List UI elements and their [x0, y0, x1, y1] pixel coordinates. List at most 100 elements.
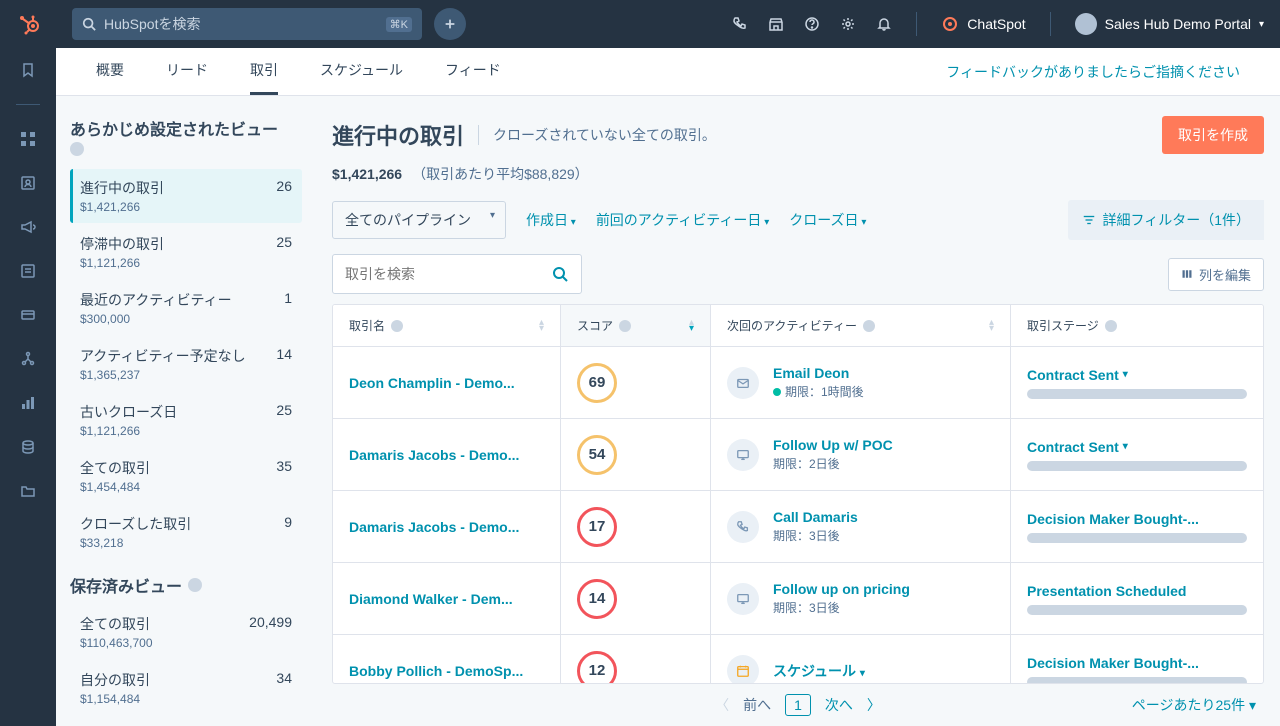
- view-item[interactable]: 進行中の取引$1,421,26626: [70, 169, 302, 223]
- database-icon[interactable]: [18, 437, 38, 457]
- contact-icon[interactable]: [18, 173, 38, 193]
- view-item[interactable]: 自分の取引$1,154,48434: [70, 661, 302, 715]
- stage-link[interactable]: Contract Sent ▾: [1027, 367, 1247, 383]
- filter-icon: [1082, 213, 1096, 227]
- bookmark-icon[interactable]: [18, 60, 38, 80]
- stage-link[interactable]: Contract Sent ▾: [1027, 439, 1247, 455]
- tab-0[interactable]: 概要: [96, 48, 124, 95]
- grid-icon[interactable]: [18, 129, 38, 149]
- folder-icon[interactable]: [18, 481, 38, 501]
- col-stage[interactable]: 取引ステージ: [1011, 305, 1263, 346]
- score-ring: 54: [577, 435, 617, 475]
- next-page[interactable]: 次へ: [825, 695, 853, 715]
- hubspot-logo-icon[interactable]: [16, 12, 40, 36]
- kbd-shortcut: ⌘K: [386, 17, 412, 32]
- info-icon: [863, 320, 875, 332]
- create-deal-button[interactable]: 取引を作成: [1162, 116, 1264, 154]
- filter-close-date[interactable]: クローズ日: [789, 210, 866, 230]
- due-text: 期限：3日後: [773, 599, 910, 616]
- deal-link[interactable]: Damaris Jacobs - Demo...: [349, 447, 519, 463]
- view-item[interactable]: アクティビティー予定なし$1,365,23714: [70, 337, 302, 391]
- deal-search[interactable]: [332, 254, 582, 294]
- current-page: 1: [785, 694, 811, 716]
- per-page-select[interactable]: ページあたり25件 ▾: [1132, 695, 1256, 715]
- deal-search-button[interactable]: [538, 266, 581, 282]
- article-icon[interactable]: [18, 261, 38, 281]
- workflow-icon[interactable]: [18, 349, 38, 369]
- filter-created[interactable]: 作成日: [526, 210, 576, 230]
- stage-link[interactable]: Presentation Scheduled: [1027, 583, 1247, 599]
- view-item[interactable]: 全ての取引$110,463,70020,499: [70, 605, 302, 659]
- activity-link[interactable]: Follow Up w/ POC: [773, 437, 893, 453]
- deal-link[interactable]: Deon Champlin - Demo...: [349, 375, 515, 391]
- next-page-icon[interactable]: 〉: [867, 695, 881, 715]
- megaphone-icon[interactable]: [18, 217, 38, 237]
- view-item[interactable]: 古いクローズ日$1,121,26625: [70, 393, 302, 447]
- activity-type-icon: [727, 655, 759, 684]
- deal-link[interactable]: Damaris Jacobs - Demo...: [349, 519, 519, 535]
- views-panel: あらかじめ設定されたビュー 進行中の取引$1,421,26626停滞中の取引$1…: [56, 96, 316, 726]
- edit-columns-button[interactable]: 列を編集: [1168, 258, 1264, 291]
- stage-link[interactable]: Decision Maker Bought-...: [1027, 655, 1247, 671]
- score-ring: 12: [577, 651, 617, 684]
- create-button[interactable]: [434, 8, 466, 40]
- prev-page-icon[interactable]: 〈: [715, 695, 729, 715]
- filter-last-activity[interactable]: 前回のアクティビティー日: [596, 210, 769, 230]
- tab-bar: 概要リード取引スケジュールフィード フィードバックがありましたらご指摘ください: [56, 48, 1280, 96]
- card-icon[interactable]: [18, 305, 38, 325]
- prev-page[interactable]: 前へ: [743, 695, 771, 715]
- tab-3[interactable]: スケジュール: [320, 48, 403, 95]
- chevron-down-icon: ▾: [1259, 19, 1264, 30]
- page-subtitle: クローズされていない全ての取引。: [493, 125, 716, 145]
- pagination: 〈 前へ 1 次へ 〉 ページあたり25件 ▾: [332, 684, 1264, 726]
- help-icon[interactable]: [804, 16, 820, 32]
- activity-type-icon: [727, 367, 759, 399]
- stage-bar: [1027, 533, 1247, 543]
- feedback-link[interactable]: フィードバックがありましたらご指摘ください: [946, 62, 1240, 82]
- col-next-activity[interactable]: 次回のアクティビティー▴▾: [711, 305, 1011, 346]
- info-icon[interactable]: [188, 578, 202, 592]
- totals: $1,421,266（取引あたり平均$88,829）: [332, 164, 1264, 184]
- chatspot-link[interactable]: ChatSpot: [941, 15, 1025, 33]
- table-row: Diamond Walker - Dem... 14 Follow up on pr…: [333, 563, 1263, 635]
- tab-4[interactable]: フィード: [445, 48, 501, 95]
- score-ring: 17: [577, 507, 617, 547]
- global-search[interactable]: ⌘K: [72, 8, 422, 40]
- col-deal-name[interactable]: 取引名▴▾: [333, 305, 561, 346]
- activity-link[interactable]: スケジュール ▾: [773, 661, 865, 681]
- left-rail: [0, 0, 56, 726]
- search-input[interactable]: [104, 16, 378, 32]
- view-item[interactable]: 停滞中の取引$1,121,26625: [70, 225, 302, 279]
- stage-bar: [1027, 389, 1247, 399]
- view-item[interactable]: 最近のアクティビティー$300,0001: [70, 281, 302, 335]
- due-text: 期限：3日後: [773, 527, 858, 544]
- activity-link[interactable]: Email Deon: [773, 365, 864, 381]
- pipeline-select[interactable]: 全てのパイプライン: [332, 201, 506, 239]
- stage-link[interactable]: Decision Maker Bought-...: [1027, 511, 1247, 527]
- advanced-filter-button[interactable]: 詳細フィルター（1件）: [1068, 200, 1264, 240]
- info-icon: [391, 320, 403, 332]
- chart-icon[interactable]: [18, 393, 38, 413]
- tab-1[interactable]: リード: [166, 48, 208, 95]
- info-icon: [1105, 320, 1117, 332]
- store-icon[interactable]: [768, 16, 784, 32]
- col-score[interactable]: スコア▴▾: [561, 305, 711, 346]
- activity-type-icon: [727, 583, 759, 615]
- score-ring: 14: [577, 579, 617, 619]
- activity-type-icon: [727, 439, 759, 471]
- bell-icon[interactable]: [876, 16, 892, 32]
- portal-picker[interactable]: Sales Hub Demo Portal ▾: [1075, 13, 1264, 35]
- deal-search-input[interactable]: [333, 266, 538, 282]
- deal-link[interactable]: Bobby Pollich - DemoSp...: [349, 663, 523, 679]
- view-item[interactable]: クローズした取引$33,2189: [70, 505, 302, 559]
- activity-link[interactable]: Follow up on pricing: [773, 581, 910, 597]
- deal-link[interactable]: Diamond Walker - Dem...: [349, 591, 513, 607]
- table-row: Damaris Jacobs - Demo... 54 Follow Up w/ P…: [333, 419, 1263, 491]
- phone-icon[interactable]: [732, 16, 748, 32]
- info-icon[interactable]: [70, 142, 84, 156]
- activity-link[interactable]: Call Damaris: [773, 509, 858, 525]
- gear-icon[interactable]: [840, 16, 856, 32]
- view-item[interactable]: 全ての取引$1,454,48435: [70, 449, 302, 503]
- tab-2[interactable]: 取引: [250, 48, 278, 95]
- table-row: Bobby Pollich - DemoSp... 12 スケジュール ▾ Decis…: [333, 635, 1263, 683]
